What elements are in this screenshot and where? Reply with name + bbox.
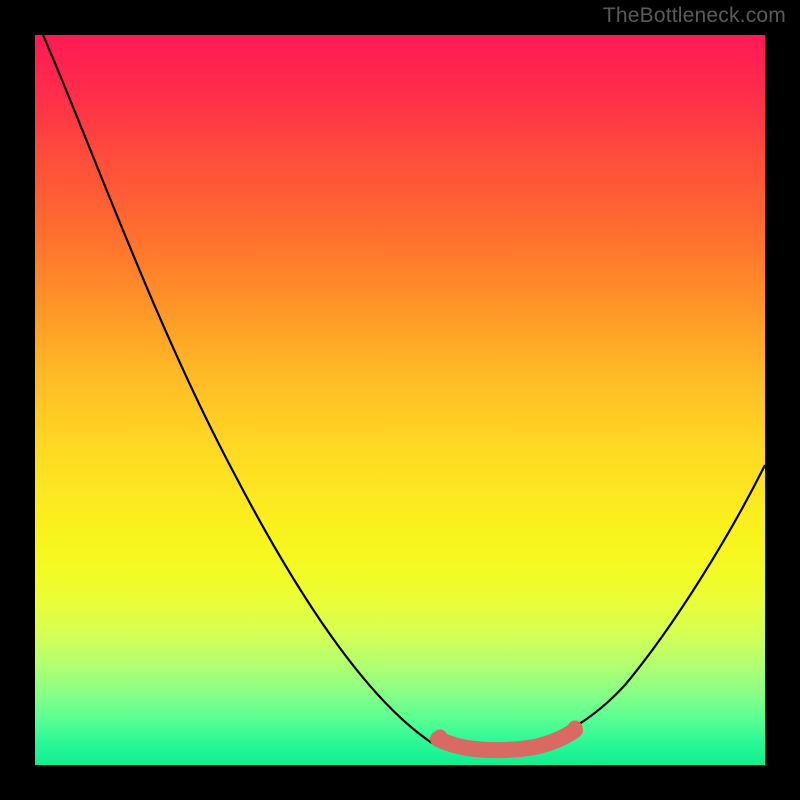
main-curve xyxy=(43,35,765,752)
highlight-band xyxy=(438,730,575,750)
plot-area xyxy=(35,35,765,765)
highlight-dot-right xyxy=(568,721,583,736)
highlight-dot-left xyxy=(433,730,448,745)
curve-layer xyxy=(35,35,765,765)
watermark-text: TheBottleneck.com xyxy=(603,4,786,28)
chart-stage: TheBottleneck.com xyxy=(0,0,800,800)
